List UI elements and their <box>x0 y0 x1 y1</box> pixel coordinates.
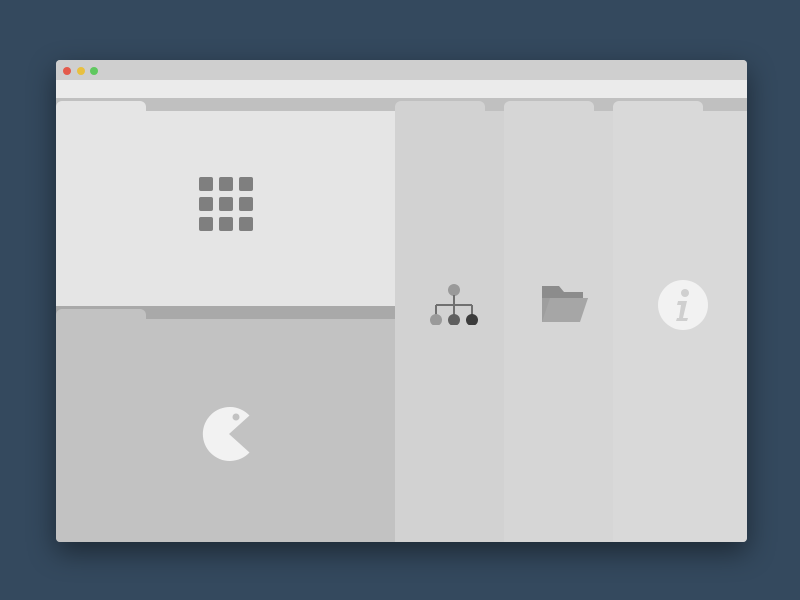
title-bar <box>56 60 747 80</box>
panel-sitemap[interactable] <box>395 101 504 542</box>
panel-files[interactable] <box>504 101 613 542</box>
pacman-icon <box>202 407 256 461</box>
panel-sitemap-body <box>395 111 504 542</box>
panel-files-body <box>504 111 613 542</box>
close-window-button[interactable] <box>63 67 71 75</box>
browser-window <box>56 60 747 542</box>
sitemap-icon <box>429 281 479 326</box>
folder-open-icon <box>542 284 590 324</box>
panel-info[interactable] <box>613 101 747 542</box>
address-bar[interactable] <box>56 80 747 98</box>
panel-apps[interactable] <box>56 101 395 306</box>
grid-icon <box>199 177 253 231</box>
panel-game[interactable] <box>56 309 395 542</box>
info-icon <box>658 280 708 330</box>
minimize-window-button[interactable] <box>77 67 85 75</box>
maximize-window-button[interactable] <box>90 67 98 75</box>
